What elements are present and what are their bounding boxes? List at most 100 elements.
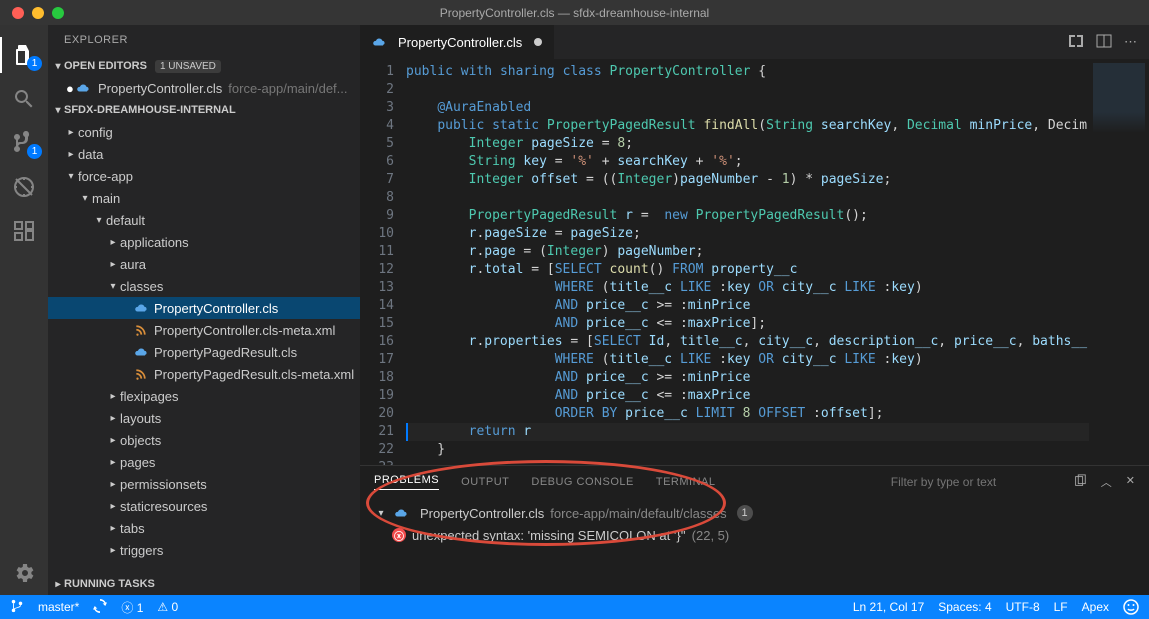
panel-tabs: PROBLEMS OUTPUT DEBUG CONSOLE TERMINAL ︿… (360, 466, 1149, 498)
source-control-icon[interactable]: 1 (0, 121, 48, 165)
tree-node[interactable]: ▸applications (48, 231, 360, 253)
status-lang[interactable]: Apex (1082, 600, 1109, 614)
editor-body[interactable]: 1234567891011121314151617181920212223 pu… (360, 59, 1149, 465)
window-title: PropertyController.cls — sfdx-dreamhouse… (440, 6, 709, 20)
status-bar: master* ⓧ 1 ⚠ 0 Ln 21, Col 17 Spaces: 4 … (0, 595, 1149, 619)
tree-node[interactable]: PropertyController.cls (48, 297, 360, 319)
tree-twisty: ▾ (64, 171, 78, 182)
tree-node[interactable]: ▸layouts (48, 407, 360, 429)
close-panel-icon[interactable]: ✕ (1126, 474, 1135, 491)
file-tree: ▸config▸data▾force-app▾main▾default▸appl… (48, 121, 360, 573)
collapse-panel-icon[interactable]: ︿ (1101, 474, 1112, 491)
status-spaces[interactable]: Spaces: 4 (938, 600, 991, 614)
editor-tab[interactable]: PropertyController.cls (360, 25, 554, 59)
chevron-right-icon: ▸ (52, 579, 64, 590)
tree-node[interactable]: ▾main (48, 187, 360, 209)
tree-node[interactable]: ▾classes (48, 275, 360, 297)
open-editor-file[interactable]: ● PropertyController.cls force-app/main/… (48, 77, 360, 99)
dirty-indicator (534, 38, 542, 46)
tree-node[interactable]: ▸aura (48, 253, 360, 275)
compare-changes-icon[interactable] (1068, 33, 1084, 52)
tree-node[interactable]: PropertyPagedResult.cls-meta.xml (48, 363, 360, 385)
chevron-down-icon: ▾ (52, 105, 64, 116)
extensions-icon[interactable] (0, 209, 48, 253)
tree-node[interactable]: ▾force-app (48, 165, 360, 187)
tree-twisty: ▸ (106, 545, 120, 556)
debug-console-tab[interactable]: DEBUG CONSOLE (531, 476, 633, 488)
tree-twisty: ▸ (106, 501, 120, 512)
open-editors-section[interactable]: ▾ OPEN EDITORS 1 UNSAVED (48, 55, 360, 77)
split-editor-icon[interactable] (1096, 33, 1112, 52)
tree-node[interactable]: ▾default (48, 209, 360, 231)
scm-badge: 1 (27, 144, 42, 159)
minimap[interactable] (1089, 59, 1149, 465)
copy-icon[interactable] (1073, 474, 1087, 491)
editor-tabs: PropertyController.cls ⋯ (360, 25, 1149, 59)
tree-twisty: ▾ (78, 193, 92, 204)
tree-twisty: ▸ (106, 479, 120, 490)
apex-file-icon (76, 81, 90, 95)
debug-icon[interactable] (0, 165, 48, 209)
tree-twisty: ▸ (64, 127, 78, 138)
tree-twisty: ▸ (106, 259, 120, 270)
settings-gear-icon[interactable] (0, 551, 48, 595)
tree-twisty: ▸ (106, 523, 120, 534)
tree-twisty: ▸ (106, 435, 120, 446)
tree-node[interactable]: ▸config (48, 121, 360, 143)
tree-node[interactable]: ▸permissionsets (48, 473, 360, 495)
explorer-icon[interactable]: 1 (0, 33, 48, 77)
terminal-tab[interactable]: TERMINAL (656, 476, 716, 488)
status-eol[interactable]: LF (1054, 600, 1068, 614)
tree-twisty: ▸ (106, 391, 120, 402)
tree-node[interactable]: ▸flexipages (48, 385, 360, 407)
tree-node[interactable]: PropertyPagedResult.cls (48, 341, 360, 363)
project-section[interactable]: ▾ SFDX-DREAMHOUSE-INTERNAL (48, 99, 360, 121)
minimize-window-icon[interactable] (32, 7, 44, 19)
explorer-badge: 1 (27, 56, 42, 71)
feedback-icon[interactable] (1123, 599, 1139, 615)
tree-node[interactable]: ▸objects (48, 429, 360, 451)
explorer-sidebar: EXPLORER ▾ OPEN EDITORS 1 UNSAVED ● Prop… (48, 25, 360, 595)
bottom-panel: PROBLEMS OUTPUT DEBUG CONSOLE TERMINAL ︿… (360, 465, 1149, 595)
tree-twisty: ▸ (106, 237, 120, 248)
status-errors[interactable]: ⓧ 1 (121, 599, 143, 616)
tree-node[interactable]: ▸triggers (48, 539, 360, 561)
maximize-window-icon[interactable] (52, 7, 64, 19)
tree-node[interactable]: ▸pages (48, 451, 360, 473)
problems-list: ▾ PropertyController.cls force-app/main/… (360, 498, 1149, 550)
problem-file-group[interactable]: ▾ PropertyController.cls force-app/main/… (374, 502, 1135, 524)
apex-file-icon (134, 345, 148, 359)
code-content[interactable]: public with sharing class PropertyContro… (406, 59, 1089, 465)
output-tab[interactable]: OUTPUT (461, 476, 509, 488)
tree-twisty: ▾ (92, 215, 106, 226)
problem-count-badge: 1 (737, 505, 753, 521)
close-window-icon[interactable] (12, 7, 24, 19)
editor-area: PropertyController.cls ⋯ 123456789101112… (360, 25, 1149, 595)
status-warnings[interactable]: ⚠ 0 (157, 600, 178, 614)
tree-node[interactable]: ▸tabs (48, 517, 360, 539)
explorer-header: EXPLORER (48, 25, 360, 55)
apex-file-icon (394, 506, 408, 520)
status-encoding[interactable]: UTF-8 (1006, 600, 1040, 614)
window-controls (0, 7, 64, 19)
xml-file-icon (134, 323, 148, 337)
chevron-down-icon: ▾ (374, 508, 388, 519)
branch-icon[interactable] (10, 599, 24, 616)
problem-item[interactable]: ⓧ unexpected syntax: 'missing SEMICOLON … (374, 524, 1135, 546)
tree-node[interactable]: PropertyController.cls-meta.xml (48, 319, 360, 341)
more-actions-icon[interactable]: ⋯ (1124, 34, 1137, 50)
tree-node[interactable]: ▸data (48, 143, 360, 165)
running-tasks-section[interactable]: ▸ RUNNING TASKS (48, 573, 360, 595)
tree-node[interactable]: ▸staticresources (48, 495, 360, 517)
status-lncol[interactable]: Ln 21, Col 17 (853, 600, 924, 614)
sync-icon[interactable] (93, 599, 107, 616)
search-icon[interactable] (0, 77, 48, 121)
panel-filter-input[interactable] (891, 475, 1051, 489)
error-icon: ⓧ (392, 528, 406, 542)
problems-tab[interactable]: PROBLEMS (374, 474, 439, 490)
line-gutter: 1234567891011121314151617181920212223 (360, 59, 406, 465)
chevron-down-icon: ▾ (52, 61, 64, 72)
titlebar: PropertyController.cls — sfdx-dreamhouse… (0, 0, 1149, 25)
modified-dot: ● (66, 81, 76, 96)
status-branch[interactable]: master* (38, 600, 79, 614)
